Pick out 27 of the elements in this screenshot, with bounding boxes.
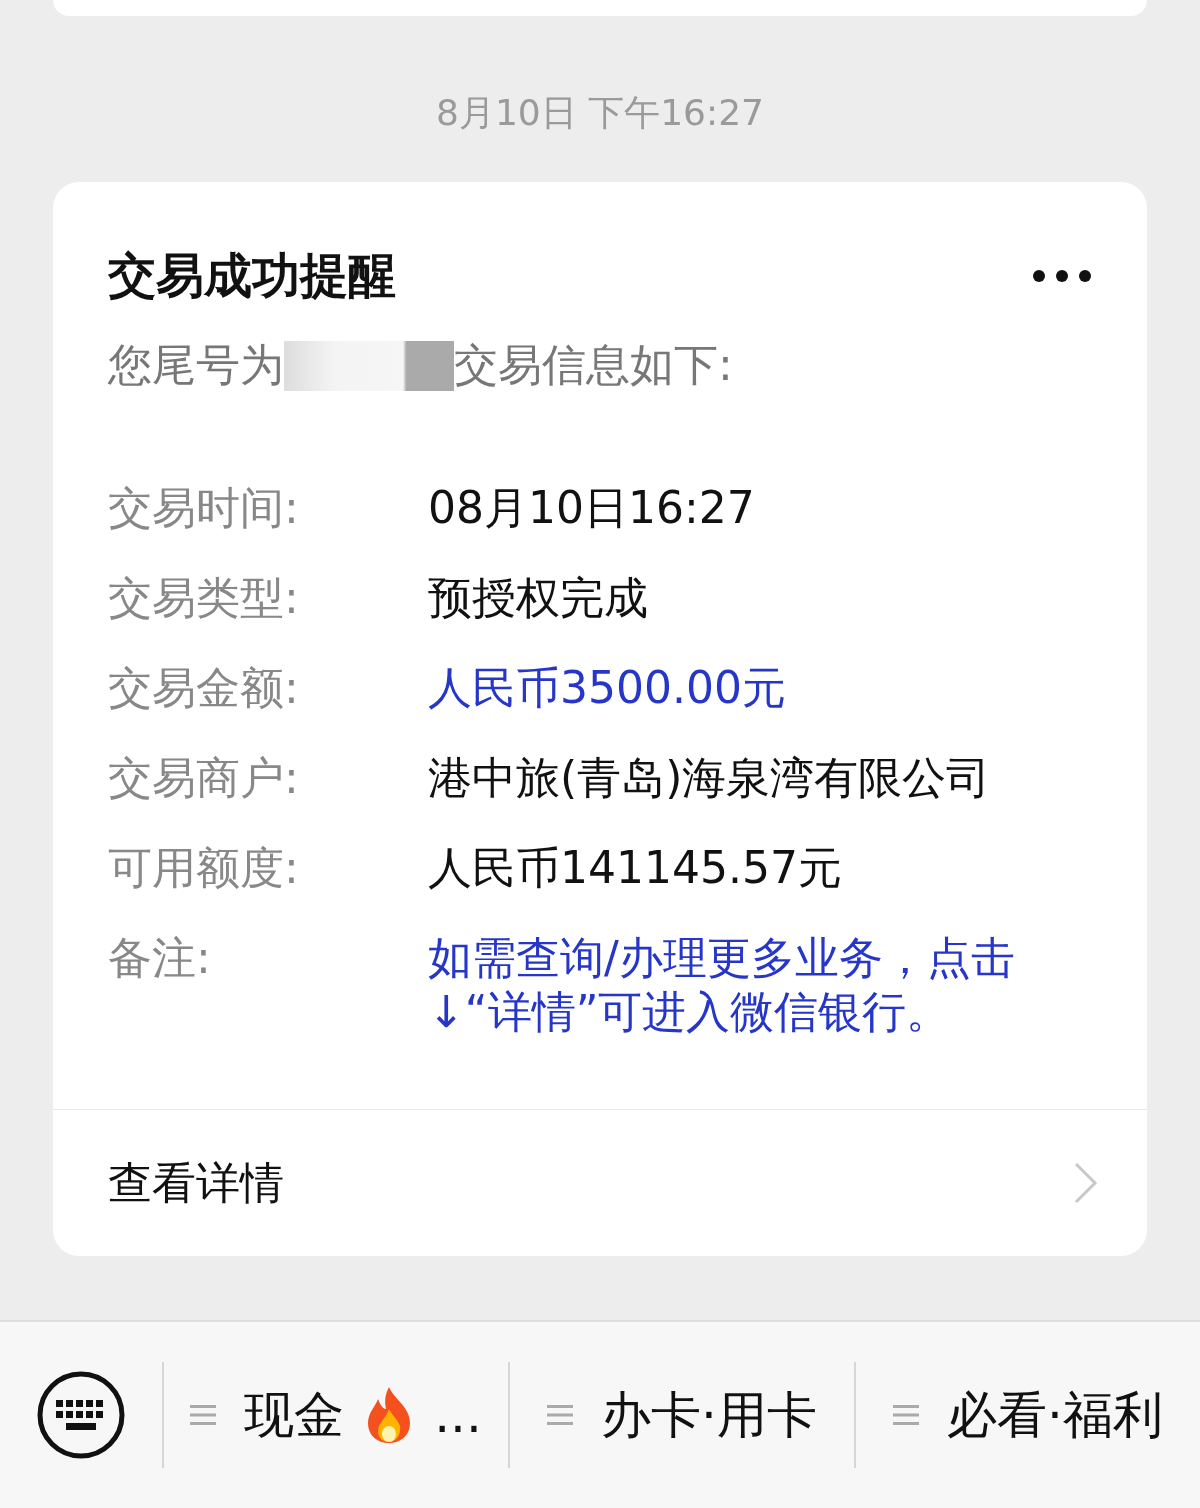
field-label: 交易类型: <box>108 571 300 625</box>
field-label: 交易商户: <box>108 751 300 805</box>
menu-icon <box>547 1403 574 1427</box>
menu-tab[interactable]: 必看·福利 <box>856 1381 1200 1449</box>
field-value: 人民币3500.00元 <box>428 661 787 715</box>
field-label: 交易时间: <box>108 481 300 535</box>
field-value: 人民币141145.57元 <box>428 841 843 895</box>
field-label: 交易金额: <box>108 661 300 715</box>
view-details-link[interactable]: 查看详情 <box>108 1153 284 1213</box>
chevron-right-icon <box>1073 1161 1099 1205</box>
field-value: 港中旅(青岛)海泉湾有限公司 <box>428 751 992 805</box>
field-value: 08月10日16:27 <box>428 481 756 535</box>
keyboard-icon[interactable] <box>36 1370 126 1460</box>
field-value: 如需查询/办理更多业务，点击↓“详情”可进入微信银行。 <box>428 931 1016 1039</box>
notification-card[interactable]: 交易成功提醒 您尾号为 交易信息如下: 交易时间: 08月10日16:27 交易类型: 预授权完成 交易金额: 人民币3500.00元 交易商户: 港中旅(青岛)海泉湾有限公司 可用额度: 人民币141145.57元 备注: 如需查询/办理更多业务，点击↓“详情”可进入微信银行。 查看详情 <box>53 182 1147 1256</box>
card-title: 交易成功提醒 <box>108 246 396 305</box>
field-value: 预授权完成 <box>428 571 649 625</box>
timestamp: 8月10日 下午16:27 <box>435 91 765 135</box>
menu-tab[interactable]: 办卡·用卡 <box>510 1381 854 1449</box>
field-label: 备注: <box>108 931 212 985</box>
menu-icon <box>190 1403 217 1427</box>
menu-tab[interactable]: 现金 ... <box>164 1381 508 1449</box>
field-label: 可用额度: <box>108 841 300 895</box>
subtitle-text: 交易信息如下: <box>454 338 733 392</box>
more-icon[interactable] <box>1032 269 1092 283</box>
subtitle-text: 您尾号为 <box>108 338 284 392</box>
menu-icon <box>893 1403 920 1427</box>
